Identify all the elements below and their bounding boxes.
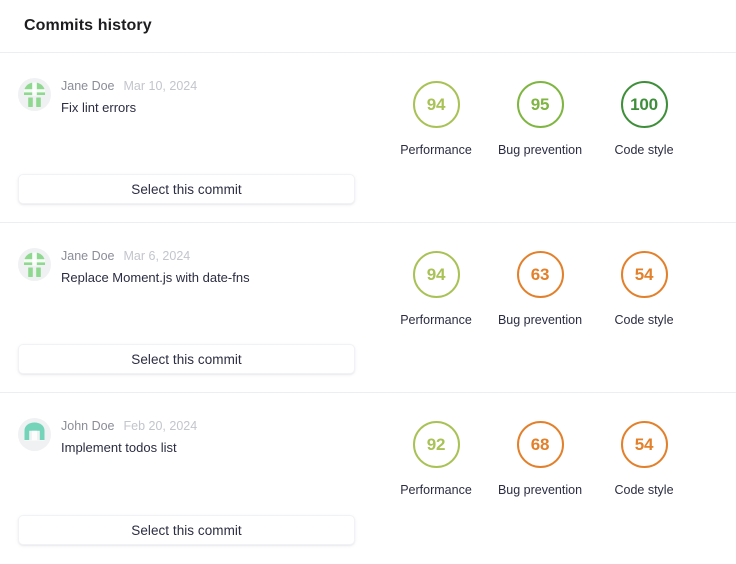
metric-label: Bug prevention	[497, 483, 583, 497]
metric-performance: 94 Performance	[384, 251, 488, 327]
metric-label: Performance	[400, 483, 472, 497]
metric-label: Code style	[614, 313, 674, 327]
avatar	[18, 418, 51, 451]
metric-bug-prevention: 63 Bug prevention	[488, 251, 592, 327]
commit-date: Mar 6, 2024	[123, 249, 191, 263]
metric-ring: 63	[516, 251, 564, 298]
metric-value: 94	[426, 94, 446, 114]
commit-text: Jane Doe Mar 10, 2024 Fix lint errors	[61, 77, 197, 115]
metric-ring: 68	[516, 421, 564, 468]
commit-message: Implement todos list	[61, 440, 177, 455]
commit-list: Jane Doe Mar 10, 2024 Fix lint errors Se…	[0, 53, 736, 563]
select-commit-button[interactable]: Select this commit	[18, 174, 355, 204]
avatar-john-doe-icon	[18, 418, 51, 451]
commit-author: John Doe	[61, 419, 115, 433]
metric-ring: 100	[620, 81, 668, 128]
select-commit-button[interactable]: Select this commit	[18, 515, 355, 545]
commit-details: John Doe Feb 20, 2024 Implement todos li…	[0, 393, 372, 563]
metric-performance: 92 Performance	[384, 421, 488, 497]
commit-metrics: 92 Performance 68 Bug prevention 54 Code…	[372, 393, 736, 497]
metric-value: 54	[634, 434, 654, 454]
panel-header: Commits history	[0, 0, 736, 53]
metric-label: Performance	[400, 143, 472, 157]
commit-metrics: 94 Performance 63 Bug prevention 54 Code…	[372, 223, 736, 327]
metric-label: Code style	[614, 483, 674, 497]
avatar-jane-doe-icon	[18, 248, 51, 281]
avatar	[18, 248, 51, 281]
metric-code-style: 54 Code style	[592, 251, 696, 327]
metric-ring: 94	[412, 251, 460, 298]
commit-byline: Jane Doe Mar 10, 2024	[61, 78, 197, 94]
commit-row[interactable]: Jane Doe Mar 10, 2024 Fix lint errors Se…	[0, 53, 736, 223]
commit-text: Jane Doe Mar 6, 2024 Replace Moment.js w…	[61, 247, 250, 285]
metric-label: Bug prevention	[497, 313, 583, 327]
commit-row[interactable]: John Doe Feb 20, 2024 Implement todos li…	[0, 393, 736, 563]
metric-value: 100	[630, 94, 658, 114]
commit-date: Feb 20, 2024	[123, 419, 198, 433]
metric-ring: 54	[620, 251, 668, 298]
metric-bug-prevention: 95 Bug prevention	[488, 81, 592, 157]
metric-performance: 94 Performance	[384, 81, 488, 157]
metric-value: 68	[530, 434, 550, 454]
commit-row[interactable]: Jane Doe Mar 6, 2024 Replace Moment.js w…	[0, 223, 736, 393]
metric-value: 54	[634, 264, 654, 284]
commit-meta: Jane Doe Mar 6, 2024 Replace Moment.js w…	[18, 247, 356, 285]
metric-code-style: 54 Code style	[592, 421, 696, 497]
commits-history-panel: Commits history Jane Doe Mar 10, 2024 Fi…	[0, 0, 736, 564]
select-commit-button[interactable]: Select this commit	[18, 344, 355, 374]
metric-bug-prevention: 68 Bug prevention	[488, 421, 592, 497]
metric-ring: 94	[412, 81, 460, 128]
metric-label: Bug prevention	[497, 143, 583, 157]
avatar	[18, 78, 51, 111]
page-title: Commits history	[24, 17, 152, 34]
commit-byline: John Doe Feb 20, 2024	[61, 418, 197, 434]
commit-author: Jane Doe	[61, 249, 115, 263]
metric-ring: 95	[516, 81, 564, 128]
metric-code-style: 100 Code style	[592, 81, 696, 157]
metric-label: Performance	[400, 313, 472, 327]
metric-ring: 92	[412, 421, 460, 468]
commit-meta: Jane Doe Mar 10, 2024 Fix lint errors	[18, 77, 356, 115]
commit-date: Mar 10, 2024	[123, 79, 198, 93]
metric-label: Code style	[614, 143, 674, 157]
commit-details: Jane Doe Mar 10, 2024 Fix lint errors Se…	[0, 53, 372, 222]
commit-meta: John Doe Feb 20, 2024 Implement todos li…	[18, 417, 356, 455]
metric-value: 94	[426, 264, 446, 284]
commit-message: Replace Moment.js with date-fns	[61, 270, 250, 285]
commit-message: Fix lint errors	[61, 100, 137, 115]
metric-value: 63	[530, 264, 550, 284]
metric-ring: 54	[620, 421, 668, 468]
commit-byline: Jane Doe Mar 6, 2024	[61, 248, 250, 264]
commit-author: Jane Doe	[61, 79, 115, 93]
commit-text: John Doe Feb 20, 2024 Implement todos li…	[61, 417, 197, 455]
metric-value: 92	[426, 434, 446, 454]
commit-metrics: 94 Performance 95 Bug prevention 100 Cod…	[372, 53, 736, 157]
metric-value: 95	[530, 94, 550, 114]
avatar-jane-doe-icon	[18, 78, 51, 111]
commit-details: Jane Doe Mar 6, 2024 Replace Moment.js w…	[0, 223, 372, 392]
